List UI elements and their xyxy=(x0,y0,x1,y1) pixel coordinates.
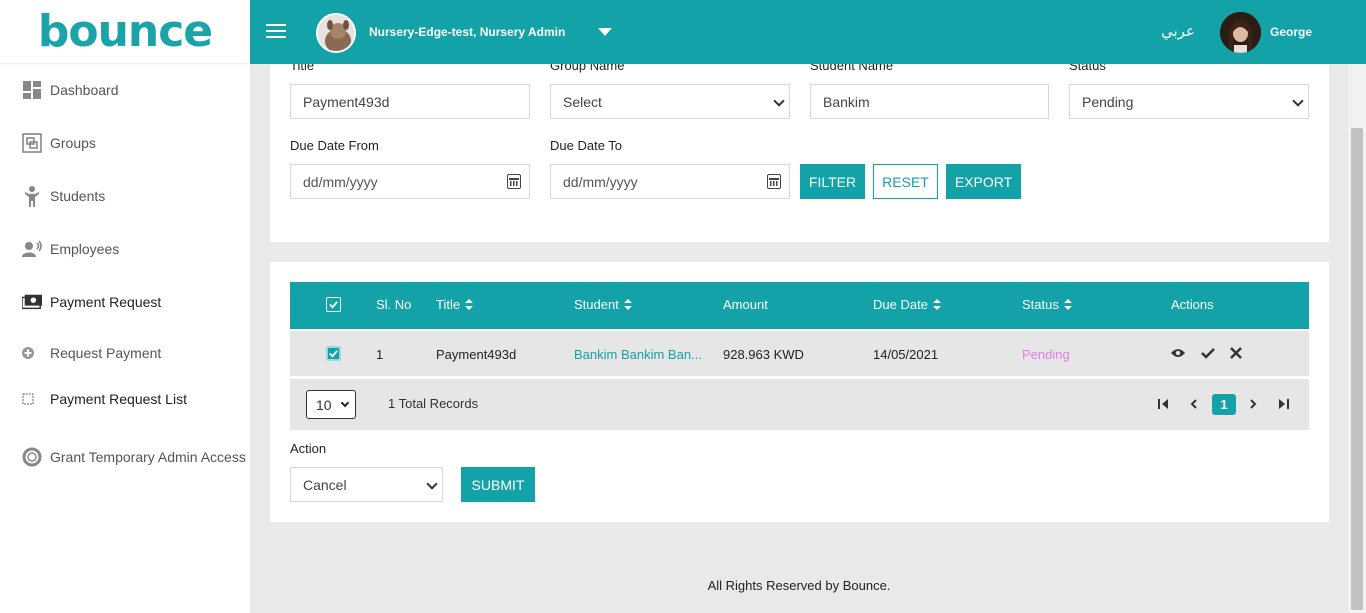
cell-due-date: 14/05/2021 xyxy=(873,347,939,362)
due-date-from-input[interactable]: dd/mm/yyyy xyxy=(290,164,530,199)
menu-icon[interactable] xyxy=(266,24,286,40)
check-icon xyxy=(329,301,338,309)
reset-button[interactable]: RESET xyxy=(873,164,938,199)
sidebar-item-students[interactable]: Students xyxy=(22,186,106,207)
action-label: Action xyxy=(290,441,327,456)
export-button[interactable]: EXPORT xyxy=(946,164,1021,199)
cell-student-link[interactable]: Bankim Bankim Ban... xyxy=(574,347,702,362)
language-toggle[interactable]: عربي xyxy=(1161,22,1195,40)
page-size-select[interactable]: 10 xyxy=(306,390,356,419)
sort-icon[interactable] xyxy=(465,299,474,310)
title-input-value: Payment493d xyxy=(303,93,390,110)
approve-check-icon[interactable] xyxy=(1201,346,1215,360)
sidebar-item-label: Employees xyxy=(50,241,120,257)
cell-status: Pending xyxy=(1022,347,1070,362)
student-name-value: Bankim xyxy=(823,93,870,110)
chevron-down-icon xyxy=(1292,95,1304,107)
due-date-to-input[interactable]: dd/mm/yyyy xyxy=(550,164,790,199)
total-records: 1 Total Records xyxy=(388,396,479,411)
sidebar-item-label: Payment Request xyxy=(50,294,162,310)
check-icon xyxy=(329,350,338,358)
calendar-icon[interactable] xyxy=(507,174,521,189)
user-name[interactable]: George xyxy=(1270,25,1312,39)
lifebuoy-icon xyxy=(22,447,42,467)
sidebar: bounce Dashboard Groups Students Employe… xyxy=(0,0,250,613)
sidebar-item-request-payment[interactable]: Request Payment xyxy=(22,343,161,363)
cell-amount: 928.963 KWD xyxy=(723,347,804,362)
col-actions: Actions xyxy=(1171,297,1214,312)
reject-x-icon[interactable] xyxy=(1229,346,1243,360)
filter-button[interactable]: FILTER xyxy=(800,164,865,199)
sort-icon[interactable] xyxy=(1063,299,1072,310)
chevron-down-icon[interactable] xyxy=(598,28,612,36)
page-size-value: 10 xyxy=(316,396,332,413)
col-sl-no: Sl. No xyxy=(376,297,412,312)
group-name-value: Select xyxy=(563,93,602,110)
due-date-from-label: Due Date From xyxy=(290,138,379,153)
scrollbar-thumb[interactable] xyxy=(1351,128,1363,610)
table-footer: 10 1 Total Records 1 xyxy=(290,379,1309,430)
chevron-down-icon xyxy=(773,95,785,107)
calendar-icon[interactable] xyxy=(767,174,781,189)
due-date-to-placeholder: dd/mm/yyyy xyxy=(563,173,638,190)
col-status[interactable]: Status xyxy=(1022,297,1072,312)
due-date-to-label: Due Date To xyxy=(550,138,623,153)
sort-icon[interactable] xyxy=(932,299,941,310)
col-due-date[interactable]: Due Date xyxy=(873,297,941,312)
col-student[interactable]: Student xyxy=(574,297,632,312)
sidebar-item-label: Request Payment xyxy=(50,345,162,361)
current-page[interactable]: 1 xyxy=(1212,394,1236,415)
prev-page-icon[interactable] xyxy=(1190,399,1197,409)
last-page-icon[interactable] xyxy=(1279,399,1290,409)
groups-icon xyxy=(22,133,42,153)
next-page-icon[interactable] xyxy=(1250,399,1257,409)
sidebar-item-payment-request-list[interactable]: Payment Request List xyxy=(22,389,187,409)
group-name-select[interactable]: Select xyxy=(550,84,790,119)
action-value: Cancel xyxy=(303,476,347,493)
cell-title: Payment493d xyxy=(436,347,517,362)
sidebar-item-grant-access[interactable]: Grant Temporary Admin Access xyxy=(22,447,246,467)
action-select[interactable]: Cancel xyxy=(290,467,443,502)
avatar[interactable] xyxy=(1220,12,1261,53)
dashboard-icon xyxy=(22,80,42,100)
sidebar-item-employees[interactable]: Employees xyxy=(22,239,119,259)
chevron-down-icon xyxy=(340,398,350,408)
student-icon xyxy=(22,186,42,207)
chevron-down-icon xyxy=(426,478,438,490)
status-value: Pending xyxy=(1082,93,1134,110)
nursery-avatar xyxy=(316,13,356,53)
logo-text: bounce xyxy=(37,6,213,57)
org-name[interactable]: Nursery-Edge-test, Nursery Admin xyxy=(369,25,565,39)
student-name-input[interactable]: Bankim xyxy=(810,84,1049,119)
plus-circle-icon xyxy=(22,343,34,363)
sidebar-item-payment-request[interactable]: Payment Request xyxy=(22,292,161,312)
status-select[interactable]: Pending xyxy=(1069,84,1309,119)
due-date-from-placeholder: dd/mm/yyyy xyxy=(303,173,378,190)
sidebar-item-label: Groups xyxy=(50,135,96,151)
sidebar-item-groups[interactable]: Groups xyxy=(22,133,96,153)
footer-text: All Rights Reserved by Bounce. xyxy=(707,578,891,593)
col-title[interactable]: Title xyxy=(436,297,474,312)
cell-sl-no: 1 xyxy=(376,347,384,362)
header-content: Nursery-Edge-test, Nursery Admin عربي Ge… xyxy=(250,0,1366,64)
submit-button[interactable]: SUBMIT xyxy=(461,467,535,502)
row-checkbox[interactable] xyxy=(326,346,341,361)
sidebar-item-label: Dashboard xyxy=(50,82,119,98)
sidebar-item-label: Grant Temporary Admin Access xyxy=(50,449,246,465)
select-all-checkbox[interactable] xyxy=(326,297,341,312)
logo[interactable]: bounce xyxy=(0,0,250,64)
title-input[interactable]: Payment493d xyxy=(290,84,530,119)
view-icon[interactable] xyxy=(1171,346,1185,360)
sidebar-item-label: Payment Request List xyxy=(50,391,187,407)
table-row: 1 Payment493d Bankim Bankim Ban... 928.9… xyxy=(290,331,1309,376)
sidebar-item-dashboard[interactable]: Dashboard xyxy=(22,80,119,100)
payment-icon xyxy=(22,292,42,312)
col-amount: Amount xyxy=(723,297,768,312)
employees-icon xyxy=(22,239,42,259)
table-header: Sl. No Title Student Amount Due Date Sta… xyxy=(290,282,1309,329)
first-page-icon[interactable] xyxy=(1158,399,1169,409)
list-square-icon xyxy=(22,389,34,409)
sidebar-item-label: Students xyxy=(50,188,106,204)
sort-icon[interactable] xyxy=(623,299,632,310)
